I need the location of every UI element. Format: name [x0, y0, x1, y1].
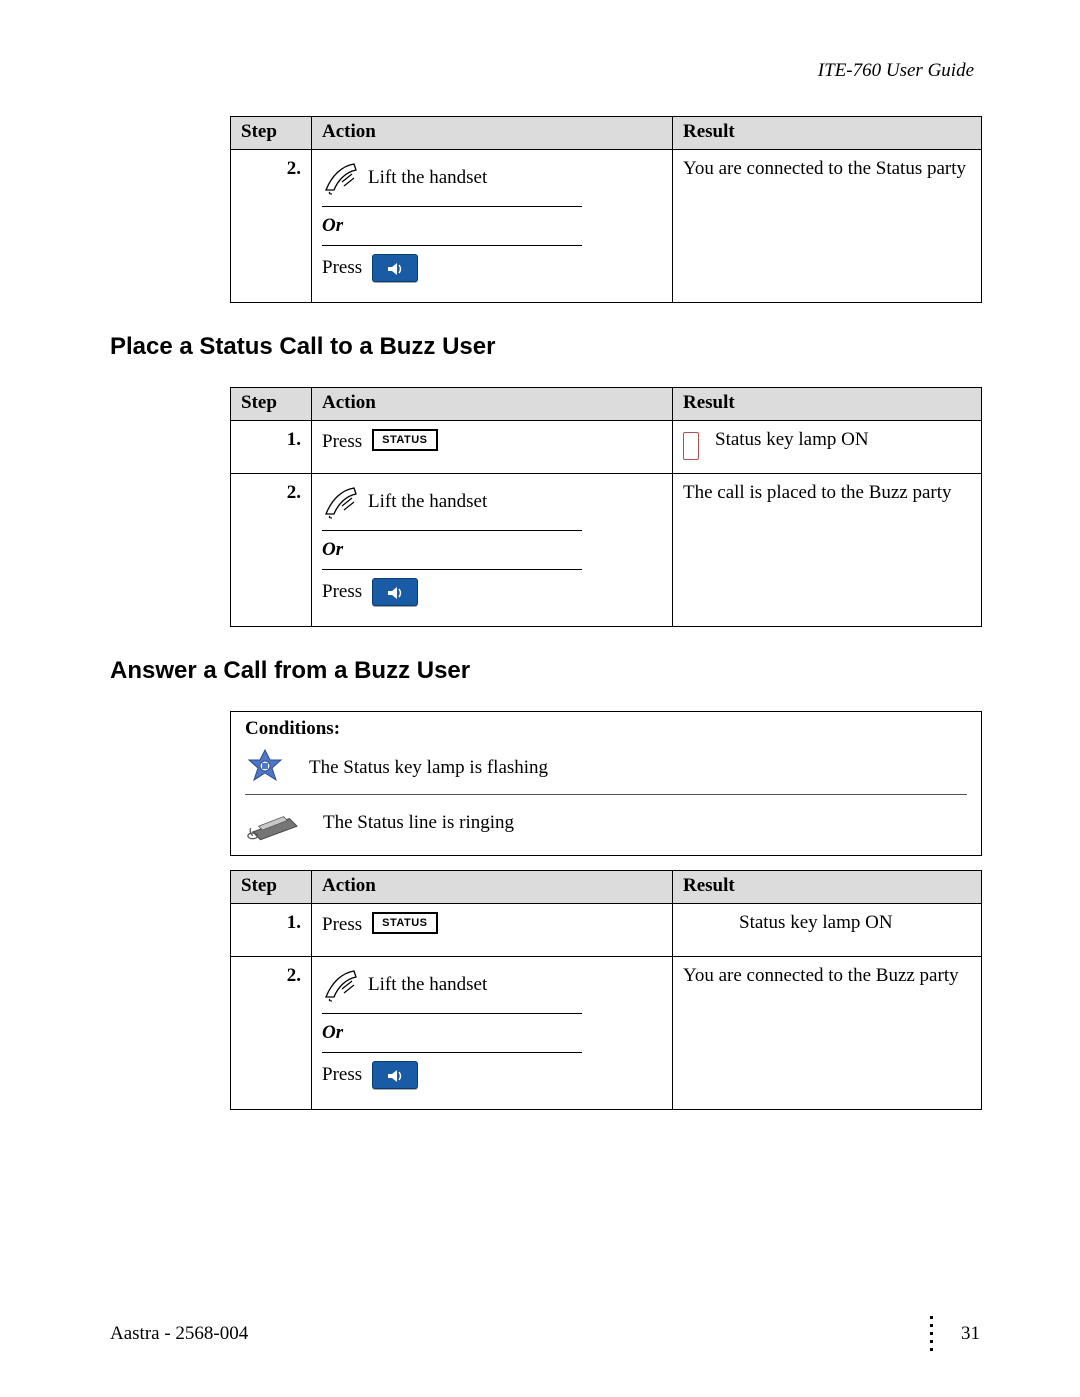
- table-row: 2. Lift the handset Or Press: [231, 957, 982, 1110]
- handset-icon: [322, 160, 358, 196]
- press-label: Press: [322, 914, 362, 936]
- step-table-1: Step Action Result 2. Lift the handset O…: [230, 116, 982, 303]
- page-footer: Aastra - 2568-004 31: [110, 1316, 980, 1351]
- deskphone-icon: [245, 805, 299, 841]
- handset-icon: [322, 484, 358, 520]
- table-row: 1. Press STATUS Status key lamp ON: [231, 421, 982, 474]
- conditions-box: Conditions: The Status key lamp is flash…: [230, 711, 982, 856]
- step-cell: 2.: [231, 150, 312, 303]
- action-text: Lift the handset: [368, 974, 487, 996]
- table-row: 2. Lift the handset Or Press: [231, 150, 982, 303]
- result-cell: The call is placed to the Buzz party: [673, 474, 982, 627]
- result-cell: Status key lamp ON: [673, 421, 982, 474]
- table-row: 2. Lift the handset Or Press: [231, 474, 982, 627]
- speaker-icon: [372, 578, 418, 606]
- speaker-icon: [372, 1061, 418, 1089]
- footer-left: Aastra - 2568-004: [110, 1323, 248, 1345]
- lamp-icon: [683, 432, 699, 460]
- section-heading: Place a Status Call to a Buzz User: [110, 333, 980, 361]
- condition-text: The Status line is ringing: [323, 812, 514, 834]
- status-key-icon: STATUS: [372, 912, 437, 934]
- step-cell: 1.: [231, 904, 312, 957]
- th-step: Step: [231, 388, 312, 421]
- footer-dots-icon: [930, 1316, 935, 1351]
- star-icon: [245, 748, 285, 788]
- action-cell: Lift the handset Or Press: [312, 150, 673, 303]
- action-cell: Press STATUS: [312, 904, 673, 957]
- speaker-icon: [372, 254, 418, 282]
- action-cell: Press STATUS: [312, 421, 673, 474]
- result-cell: You are connected to the Buzz party: [673, 957, 982, 1110]
- result-cell: Status key lamp ON: [673, 904, 982, 957]
- action-cell: Lift the handset Or Press: [312, 474, 673, 627]
- table-row: 1. Press STATUS Status key lamp ON: [231, 904, 982, 957]
- th-action: Action: [312, 388, 673, 421]
- step-table-3: Step Action Result 1. Press STATUS Statu…: [230, 870, 982, 1110]
- step-table-2: Step Action Result 1. Press STATUS Statu…: [230, 387, 982, 627]
- th-result: Result: [673, 871, 982, 904]
- status-key-icon: STATUS: [372, 429, 437, 451]
- th-result: Result: [673, 117, 982, 150]
- press-label: Press: [322, 431, 362, 453]
- th-step: Step: [231, 871, 312, 904]
- action-cell: Lift the handset Or Press: [312, 957, 673, 1110]
- action-text: Lift the handset: [368, 167, 487, 189]
- press-label: Press: [322, 257, 362, 279]
- th-action: Action: [312, 117, 673, 150]
- th-result: Result: [673, 388, 982, 421]
- press-label: Press: [322, 1064, 362, 1086]
- step-cell: 2.: [231, 957, 312, 1110]
- page-number: 31: [961, 1323, 980, 1345]
- condition-text: The Status key lamp is flashing: [309, 757, 548, 779]
- or-label: Or: [322, 213, 662, 245]
- result-text: Status key lamp ON: [715, 429, 869, 451]
- th-action: Action: [312, 871, 673, 904]
- result-cell: You are connected to the Status party: [673, 150, 982, 303]
- section-heading: Answer a Call from a Buzz User: [110, 657, 980, 685]
- handset-icon: [322, 967, 358, 1003]
- step-cell: 2.: [231, 474, 312, 627]
- action-text: Lift the handset: [368, 491, 487, 513]
- step-cell: 1.: [231, 421, 312, 474]
- page-header: ITE-760 User Guide: [110, 60, 980, 82]
- th-step: Step: [231, 117, 312, 150]
- or-label: Or: [322, 1020, 662, 1052]
- result-text: Status key lamp ON: [683, 912, 971, 934]
- press-label: Press: [322, 581, 362, 603]
- conditions-title: Conditions:: [245, 718, 967, 740]
- or-label: Or: [322, 537, 662, 569]
